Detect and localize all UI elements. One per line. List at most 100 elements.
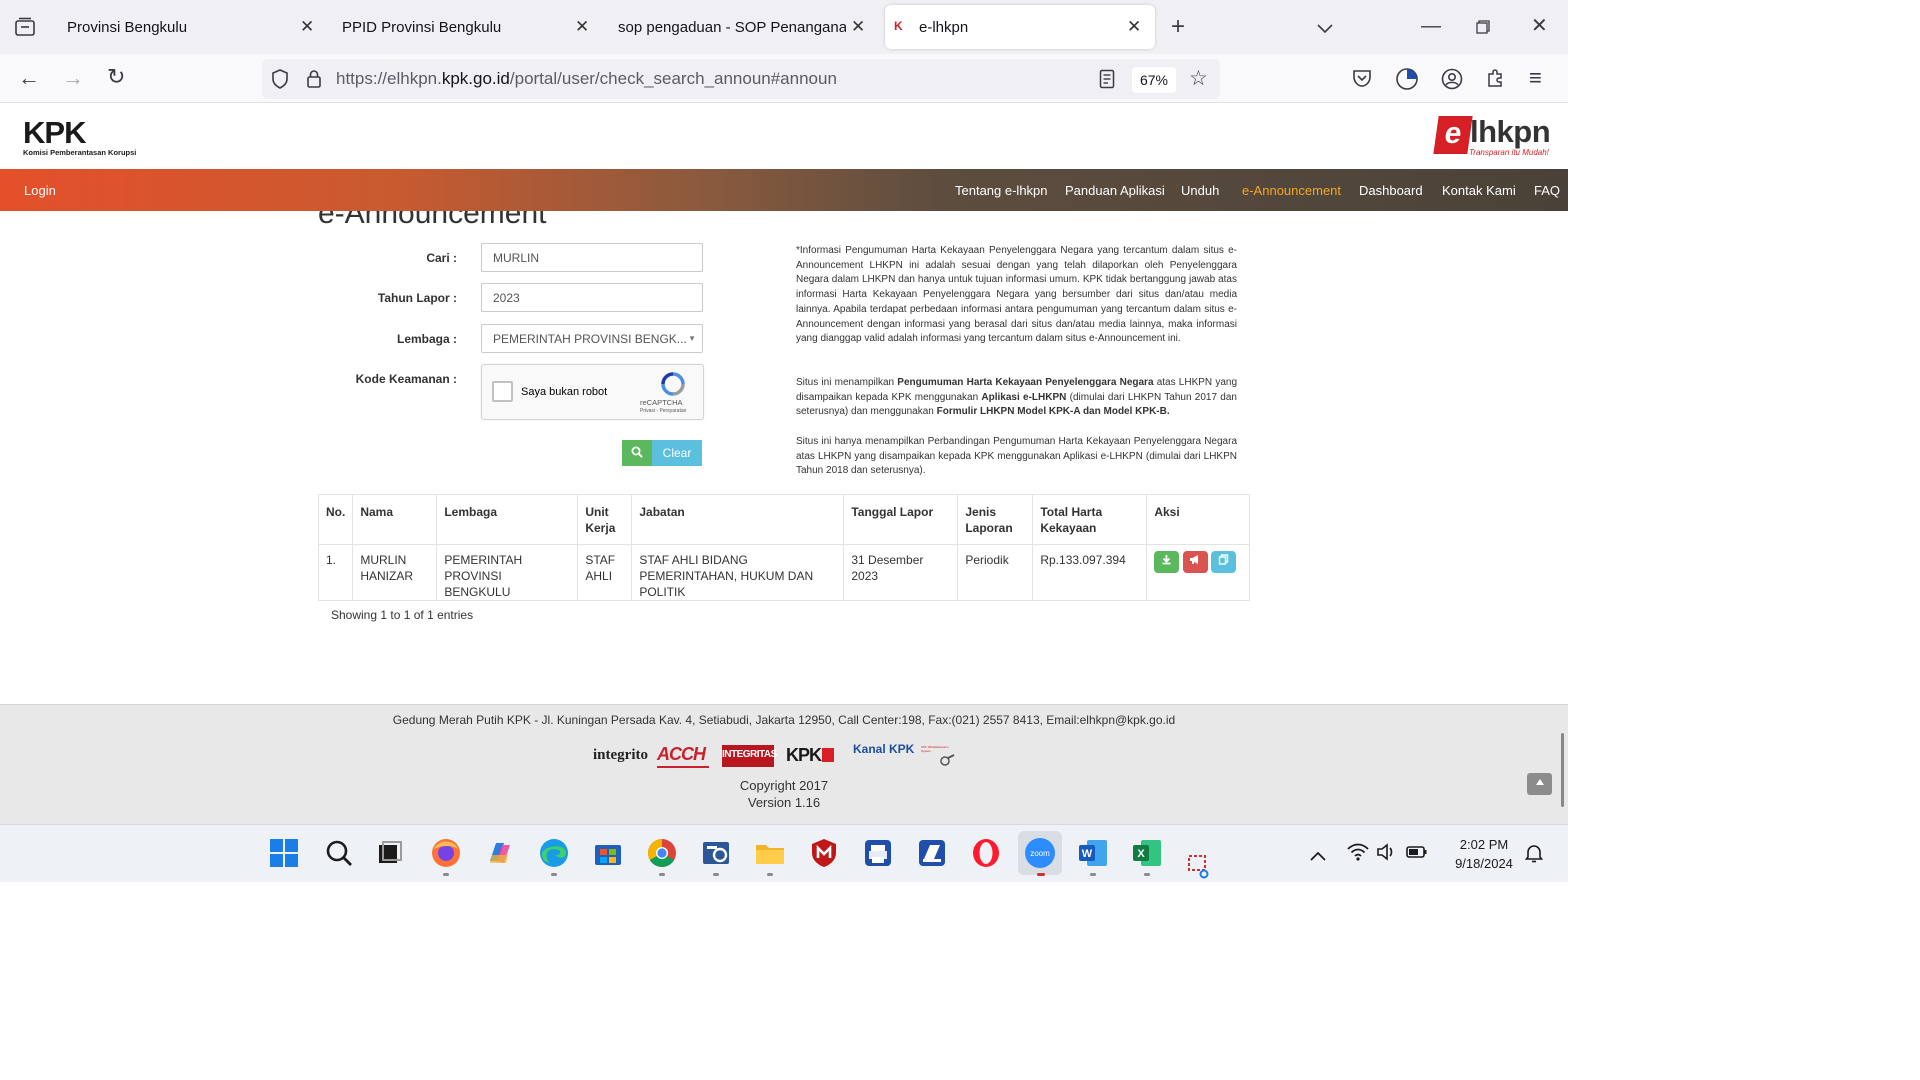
window-close-icon[interactable]: ✕: [1531, 16, 1548, 36]
download-button[interactable]: [1154, 551, 1180, 573]
task-view-icon[interactable]: [372, 835, 408, 871]
kanal-kpk-logo[interactable]: Kanal KPK: [853, 743, 914, 767]
back-icon[interactable]: ←: [18, 67, 40, 89]
scroll-to-top-button[interactable]: [1527, 773, 1552, 795]
taskbar-search-icon[interactable]: [321, 835, 357, 871]
notification-icon[interactable]: [1524, 843, 1544, 867]
wifi-icon[interactable]: [1347, 843, 1369, 865]
reader-view-icon[interactable]: [1099, 69, 1115, 93]
opera-icon[interactable]: [968, 835, 1004, 871]
tab-provinsi-bengkulu[interactable]: Provinsi Bengkulu ✕: [53, 5, 323, 49]
file-explorer-icon[interactable]: [752, 835, 788, 871]
control-panel-icon[interactable]: [698, 835, 734, 871]
snipping-tool-icon[interactable]: [1186, 853, 1214, 881]
nav-dashboard[interactable]: Dashboard: [1359, 183, 1423, 198]
recaptcha-links[interactable]: Privasi - Persyaratan: [640, 408, 686, 414]
mcafee-icon[interactable]: [806, 835, 842, 871]
integritas-logo[interactable]: INTEGRITAS: [722, 745, 777, 767]
elhkpn-logo-e: e: [1433, 116, 1473, 154]
minimize-icon[interactable]: —: [1421, 16, 1441, 36]
compare-button[interactable]: [1211, 551, 1237, 573]
col-no[interactable]: No.: [317, 494, 354, 545]
cari-input[interactable]: MURLIN: [481, 243, 703, 272]
col-tanggal-lapor[interactable]: Tanggal Lapor: [843, 494, 959, 545]
kpk-footer-logo-text: KPK: [786, 745, 822, 765]
account-icon[interactable]: [1441, 68, 1463, 94]
col-lembaga[interactable]: Lembaga: [436, 494, 579, 545]
info-p2-b: Pengumuman Harta Kekayaan Penyelenggara …: [897, 377, 1154, 388]
address-bar[interactable]: https://elhkpn.kpk.go.id/portal/user/che…: [262, 59, 1220, 99]
whistleblower-logo[interactable]: KPK Whistleblower's System: [921, 745, 959, 771]
tab-sop-pengaduan[interactable]: sop pengaduan - SOP Penanganan I ✕: [604, 5, 874, 49]
close-icon[interactable]: ✕: [1127, 17, 1141, 37]
zoom-level[interactable]: 67%: [1132, 67, 1176, 93]
close-icon[interactable]: ✕: [851, 17, 865, 37]
scanner-app-icon[interactable]: [914, 835, 950, 871]
tracking-shield-icon[interactable]: [271, 69, 289, 93]
list-tabs-chevron-icon[interactable]: [1317, 18, 1333, 38]
volume-icon[interactable]: [1376, 843, 1396, 865]
nav-login[interactable]: Login: [24, 183, 56, 198]
microsoft-store-icon[interactable]: [590, 835, 626, 871]
tab-title: PPID Provinsi Bengkulu: [342, 18, 502, 36]
word-icon[interactable]: W: [1075, 835, 1111, 871]
edge-icon[interactable]: [536, 835, 572, 871]
announce-button[interactable]: [1182, 551, 1208, 573]
col-jenis-laporan[interactable]: Jenis Laporan: [957, 494, 1034, 545]
kpk-logo[interactable]: KPK Komisi Pemberantasan Korupsi: [23, 117, 143, 158]
lembaga-select[interactable]: PEMERINTAH PROVINSI BENGK... ▼: [481, 324, 703, 353]
new-tab-icon[interactable]: +: [1171, 15, 1185, 39]
running-indicator: [659, 873, 665, 876]
nav-unduh[interactable]: Unduh: [1181, 183, 1219, 198]
menu-hamburger-icon[interactable]: ≡: [1529, 67, 1542, 89]
nav-kontak[interactable]: Kontak Kami: [1442, 183, 1516, 198]
url-text[interactable]: https://elhkpn.kpk.go.id/portal/user/che…: [336, 69, 837, 89]
nav-e-announcement[interactable]: e-Announcement: [1242, 183, 1341, 198]
printer-app-icon[interactable]: [860, 835, 896, 871]
reload-icon[interactable]: ↻: [107, 66, 125, 88]
nav-tentang[interactable]: Tentang e-lhkpn: [955, 183, 1048, 198]
copilot-icon[interactable]: [482, 835, 518, 871]
elhkpn-logo[interactable]: e lhkpn Transparan itu Mudah!: [1433, 114, 1558, 158]
cell-jenis-laporan: Periodik: [957, 544, 1034, 601]
clear-button[interactable]: Clear: [652, 440, 702, 466]
col-total-harta[interactable]: Total Harta Kekayaan: [1032, 494, 1148, 545]
forward-icon[interactable]: →: [62, 67, 84, 89]
col-nama[interactable]: Nama: [352, 494, 438, 545]
show-hidden-icons-chevron-icon[interactable]: [1310, 845, 1326, 865]
pocket-icon[interactable]: [1352, 68, 1372, 92]
nav-faq[interactable]: FAQ: [1534, 183, 1560, 198]
running-indicator: [767, 873, 773, 876]
acch-logo[interactable]: ACCH: [657, 743, 709, 769]
firefox-icon[interactable]: [428, 835, 464, 871]
elhkpn-logo-text: lhkpn: [1470, 114, 1551, 149]
restore-icon[interactable]: [1476, 18, 1490, 38]
zoom-app-icon[interactable]: zoom: [1018, 831, 1062, 875]
extension-timer-icon[interactable]: [1395, 67, 1419, 95]
lock-icon[interactable]: [306, 69, 322, 93]
tab-elhkpn[interactable]: K e-lhkpn ✕: [885, 5, 1155, 49]
tab-overview-icon[interactable]: [14, 17, 36, 41]
battery-icon[interactable]: [1405, 843, 1429, 865]
nav-panduan[interactable]: Panduan Aplikasi: [1065, 183, 1165, 198]
page-scrollbar[interactable]: [1561, 733, 1564, 807]
kpk-footer-logo[interactable]: KPK: [786, 745, 835, 769]
system-clock[interactable]: 2:02 PM 9/18/2024: [1444, 835, 1524, 873]
tab-ppid[interactable]: PPID Provinsi Bengkulu ✕: [328, 5, 598, 49]
excel-icon[interactable]: X: [1129, 835, 1165, 871]
recaptcha-checkbox[interactable]: [492, 381, 513, 402]
col-unit-kerja[interactable]: Unit Kerja: [577, 494, 633, 545]
close-icon[interactable]: ✕: [575, 17, 589, 37]
tahun-lapor-input[interactable]: 2023: [481, 283, 703, 312]
col-jabatan[interactable]: Jabatan: [631, 494, 845, 545]
close-icon[interactable]: ✕: [300, 17, 314, 37]
extensions-puzzle-icon[interactable]: [1486, 68, 1506, 92]
chrome-icon[interactable]: [644, 835, 680, 871]
bookmark-star-icon[interactable]: ☆: [1189, 68, 1208, 89]
windows-start-icon[interactable]: [266, 835, 302, 871]
info-p2-f: Formulir LHKPN Model KPK-A dan Model KPK…: [936, 406, 1170, 418]
integrito-logo[interactable]: integrito: [593, 747, 648, 771]
page-heading-text: e-Announcement: [318, 211, 547, 230]
cell-nama: MURLIN HANIZAR: [352, 544, 438, 601]
search-button[interactable]: [622, 440, 652, 466]
